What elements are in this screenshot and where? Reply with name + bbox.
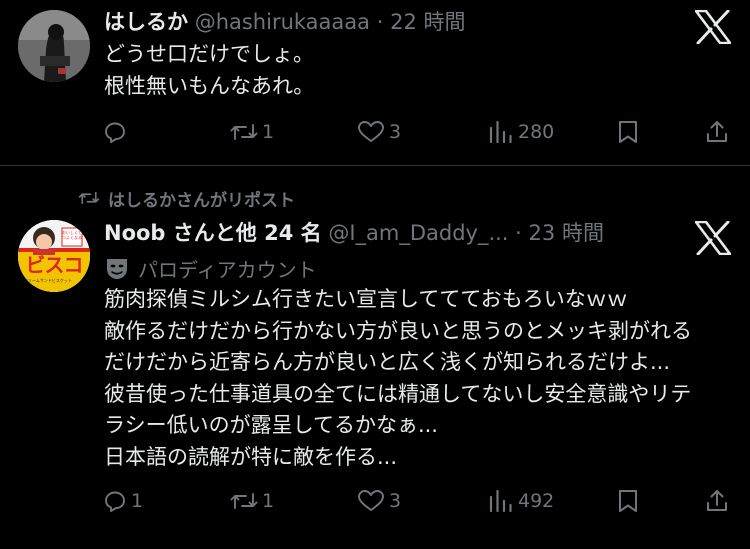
like-icon [358,490,384,511]
reply-button[interactable]: 1 [103,486,143,516]
parody-badge: パロディアカウント [104,254,317,282]
bookmark-icon [619,490,637,512]
reply-icon [105,122,125,143]
tweet-text: どうせ口だけでしょ。 根性無いもんなあれ。 [104,39,314,102]
tweet-line: どうせ口だけでしょ。 [104,42,314,66]
reply-button[interactable] [103,117,131,147]
avatar[interactable]: ビスコ おいしくてつよくなる クリームサンドビスケット [18,220,90,292]
like-count: 3 [389,121,402,143]
avatar-label-bottom: クリームサンドビスケット [24,278,72,283]
tweet-line: だけだから近寄らん方が良いと広く浅くが知られるだけよ... [104,350,671,374]
like-count: 3 [389,490,402,512]
handle[interactable]: @hashirukaaaaa [195,10,370,34]
views-icon [489,489,512,513]
share-button[interactable] [705,117,729,147]
bookmark-button[interactable] [617,486,639,516]
views-count: 492 [518,490,555,512]
share-icon [707,490,727,511]
like-icon [358,121,384,142]
tweet-line: 彼昔使った仕事道具の全てには精通してないし安全意識やリテ [104,381,692,406]
reply-icon [105,491,125,512]
avatar-image [18,10,90,82]
avatar-label-top: おいしくてつよくなる [62,230,82,240]
repost-button[interactable]: 1 [230,117,274,147]
x-logo-icon[interactable] [694,220,732,259]
display-name[interactable]: はしるか [104,10,188,34]
repost-button[interactable]: 1 [230,486,274,516]
action-bar: 1 3 280 [0,117,750,147]
handle[interactable]: @I_am_Daddy_... [328,221,508,245]
tweet-header: はしるか @hashirukaaaaa · 22 時間 [104,8,466,36]
like-button[interactable]: 3 [357,117,401,147]
action-bar: 1 1 3 492 [0,486,750,516]
bookmark-button[interactable] [617,117,639,147]
share-button[interactable] [705,486,729,516]
display-name[interactable]: Noob さんと他 24 名 [104,221,322,245]
avatar[interactable] [18,10,90,82]
repost-count: 1 [262,490,275,512]
views-icon [489,120,512,144]
separator: · [376,10,384,34]
parody-label: パロディアカウント [138,257,317,282]
repost-count: 1 [262,121,275,143]
tweet-header: Noob さんと他 24 名 @I_am_Daddy_... · 23 時間 [104,219,604,247]
theater-mask-icon [107,259,127,279]
tweet-line: 筋肉探偵ミルシム行きたい宣言しててておもろいなｗｗ [104,287,628,311]
repost-icon [230,124,258,140]
tweet-line: 敵作るだけだから行かない方が良いと思うのとメッキ剥がれる [104,318,692,343]
timestamp[interactable]: 22 時間 [390,10,465,34]
views-button[interactable]: 492 [488,486,554,516]
repost-icon [230,493,258,509]
like-button[interactable]: 3 [357,486,401,516]
share-icon [707,121,727,142]
x-logo-icon[interactable] [694,9,732,48]
reply-count: 1 [131,490,144,512]
timestamp[interactable]: 23 時間 [529,221,604,245]
bookmark-icon [619,121,637,143]
tweet-text: 筋肉探偵ミルシム行きたい宣言しててておもろいなｗｗ 敵作るだけだから行かない方が… [104,284,692,473]
tweet-line: 日本語の読解が特に敵を作る... [104,444,398,469]
avatar-label-main: ビスコ [25,253,84,277]
views-button[interactable]: 280 [488,117,554,147]
tweet-1[interactable]: はしるか @hashirukaaaaa · 22 時間 どうせ口だけでしょ。 根… [0,0,750,165]
separator: · [515,221,522,245]
tweet-line: 根性無いもんなあれ。 [104,73,315,98]
tweet-line: ラシー低いのが露呈してるかなぁ... [104,413,438,437]
views-count: 280 [518,121,555,143]
